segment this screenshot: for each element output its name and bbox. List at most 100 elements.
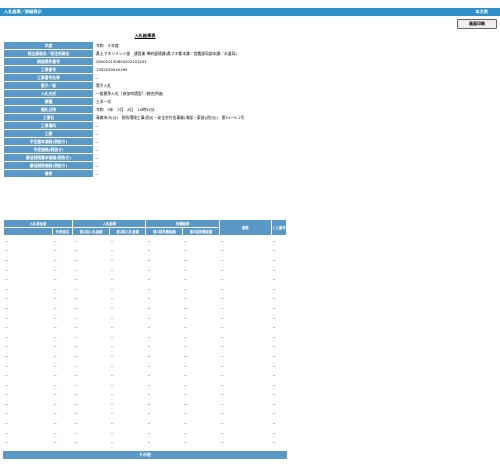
- table-cell: --: [4, 408, 52, 418]
- table-cell: --: [4, 236, 52, 245]
- table-cell: --: [271, 331, 286, 341]
- table-cell: --: [146, 389, 183, 399]
- info-label: 開札日時: [4, 106, 93, 113]
- table-cell: --: [4, 437, 52, 447]
- table-row: -- -- -- -- -- -- -- --: [4, 303, 286, 312]
- table-cell: --: [183, 322, 219, 331]
- table-cell: --: [109, 274, 146, 283]
- table-cell: --: [73, 303, 109, 312]
- table-cell: --: [52, 331, 73, 341]
- table-cell: --: [183, 427, 219, 437]
- table-cell: --: [183, 303, 219, 312]
- table-cell: --: [146, 427, 183, 437]
- table-cell: --: [146, 418, 183, 427]
- info-label: 工事場所: [4, 122, 93, 129]
- table-cell: --: [109, 283, 146, 293]
- table-cell: --: [73, 331, 109, 341]
- info-value: --: [94, 154, 286, 161]
- table-cell: --: [271, 351, 286, 360]
- table-cell: --: [109, 236, 146, 245]
- table-cell: --: [109, 379, 146, 389]
- table-cell: --: [219, 341, 271, 351]
- table-row: -- -- -- -- -- -- -- --: [4, 379, 286, 389]
- table-cell: --: [271, 283, 286, 293]
- info-label: 業種: [4, 98, 93, 105]
- table-cell: --: [271, 399, 286, 408]
- table-cell: --: [219, 437, 271, 447]
- table-cell: --: [73, 379, 109, 389]
- info-row: 開札日時 令和 5年 2月 8日 10時30分: [4, 106, 286, 113]
- info-label: 入札方式: [4, 90, 93, 97]
- table-row: -- -- -- -- -- -- -- --: [4, 245, 286, 255]
- table-cell: --: [73, 264, 109, 274]
- table-cell: --: [4, 389, 52, 399]
- table-cell: --: [4, 255, 52, 264]
- table-cell: --: [4, 427, 52, 437]
- table-row: -- -- -- -- -- -- -- --: [4, 322, 286, 331]
- table-cell: --: [4, 370, 52, 379]
- header-right-label: 本文表: [475, 9, 488, 14]
- table-cell: --: [183, 370, 219, 379]
- group-header-estimate-result: 見積結果: [146, 220, 219, 227]
- table-cell: --: [73, 245, 109, 255]
- info-label: 予定基本価格(税抜き): [4, 138, 93, 145]
- table-cell: --: [146, 264, 183, 274]
- bid-info-table: 年度 令和 ４年度 発注部局名／発注所属名 県土マネジメント部 建設業 降府留境課(県…: [3, 41, 287, 178]
- info-value: 一般競争入札［参加申請型］(総合評価): [94, 90, 286, 97]
- table-cell: --: [52, 370, 73, 379]
- table-cell: --: [219, 293, 271, 303]
- table-cell: --: [4, 312, 52, 322]
- table-cell: --: [183, 236, 219, 245]
- table-cell: --: [4, 399, 52, 408]
- info-row: 予定価格(税抜き) --: [4, 146, 286, 153]
- table-cell: --: [271, 437, 286, 447]
- table-cell: --: [146, 236, 183, 245]
- info-label: 発注部局名／発注所属名: [4, 50, 93, 57]
- table-cell: --: [73, 399, 109, 408]
- table-cell: --: [52, 408, 73, 418]
- table-cell: --: [4, 245, 52, 255]
- table-cell: --: [109, 255, 146, 264]
- table-row: -- -- -- -- -- -- -- --: [4, 341, 286, 351]
- table-cell: --: [219, 236, 271, 245]
- info-label: 最低制限基本価格(税抜き): [4, 154, 93, 161]
- table-cell: --: [183, 351, 219, 360]
- info-value: 令和 5年 2月 8日 10時30分: [94, 106, 286, 113]
- table-cell: --: [52, 274, 73, 283]
- table-cell: --: [219, 389, 271, 399]
- print-button[interactable]: 画面印刷: [457, 19, 497, 29]
- table-cell: --: [146, 341, 183, 351]
- table-cell: --: [183, 264, 219, 274]
- table-cell: --: [73, 312, 109, 322]
- table-cell: --: [73, 322, 109, 331]
- info-row: 調達案件番号 280010130800202203241: [4, 58, 286, 65]
- page-title: 入札結果表: [134, 33, 156, 38]
- table-cell: --: [109, 437, 146, 447]
- table-row: -- -- -- -- -- -- -- --: [4, 408, 286, 418]
- table-cell: --: [219, 379, 271, 389]
- group-header-remarks: 摘要: [219, 220, 271, 235]
- table-cell: --: [4, 351, 52, 360]
- table-cell: --: [52, 283, 73, 293]
- sub-header-bidder-company: [4, 228, 52, 235]
- sub-header-representative: 代表者名: [52, 228, 73, 235]
- table-cell: --: [219, 264, 271, 274]
- table-row: -- -- -- -- -- -- -- --: [4, 283, 286, 293]
- table-cell: --: [219, 399, 271, 408]
- table-cell: --: [73, 370, 109, 379]
- table-cell: --: [146, 379, 183, 389]
- table-cell: --: [271, 264, 286, 274]
- table-cell: --: [146, 331, 183, 341]
- table-cell: --: [271, 360, 286, 370]
- table-cell: --: [109, 351, 146, 360]
- table-cell: --: [4, 360, 52, 370]
- table-cell: --: [109, 245, 146, 255]
- table-row: -- -- -- -- -- -- -- --: [4, 255, 286, 264]
- table-cell: --: [73, 427, 109, 437]
- table-cell: --: [271, 236, 286, 245]
- table-cell: --: [109, 427, 146, 437]
- table-row: -- -- -- -- -- -- -- --: [4, 370, 286, 379]
- info-label: 備考: [4, 170, 93, 177]
- table-cell: --: [271, 255, 286, 264]
- info-label: 最低制限価格(税抜き): [4, 162, 93, 169]
